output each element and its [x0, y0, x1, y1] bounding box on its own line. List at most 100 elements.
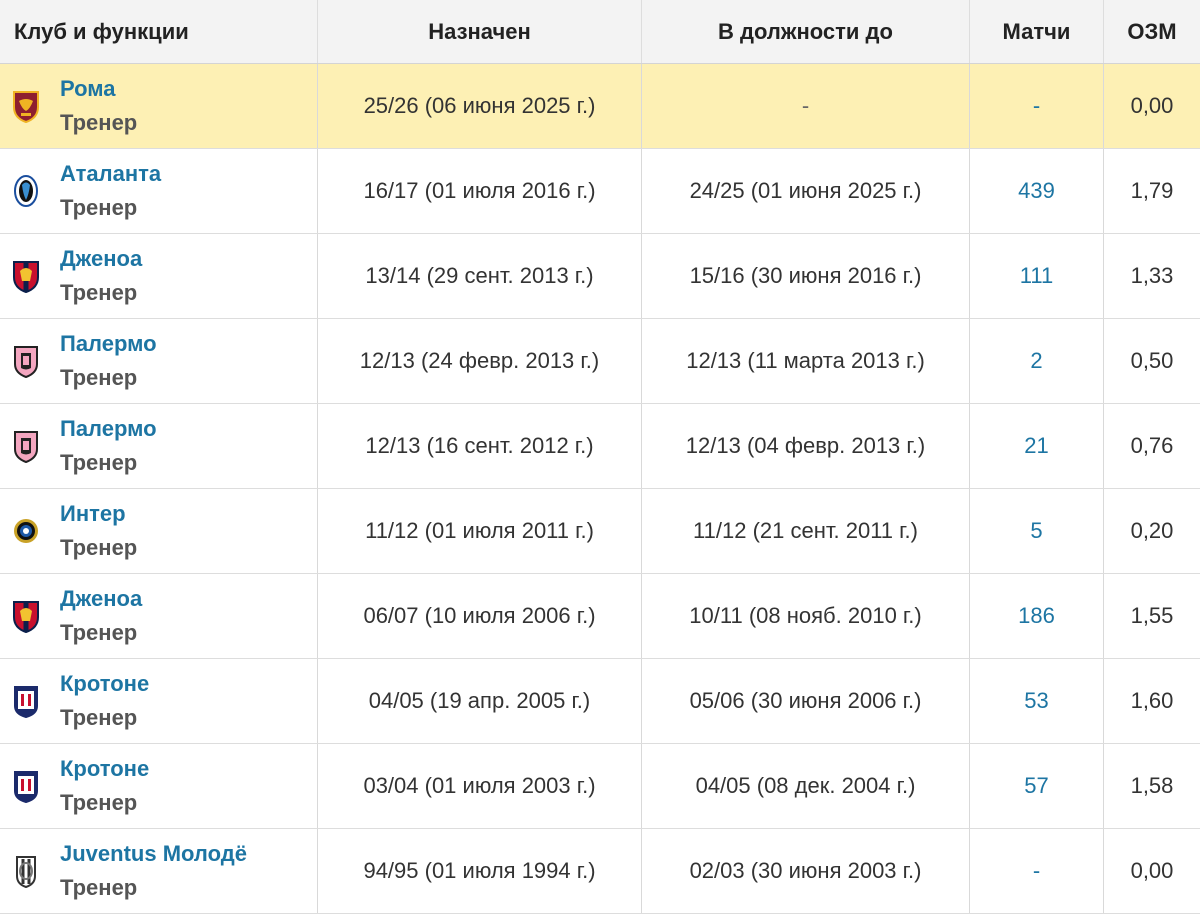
- table-row: Кротоне Тренер 04/05 (19 апр. 2005 г.) 05/0…: [0, 659, 1200, 744]
- club-role: Тренер: [60, 110, 138, 135]
- club-name-link[interactable]: Аталанта: [60, 157, 161, 191]
- club-info: Дженоа Тренер: [60, 242, 142, 310]
- column-header-until[interactable]: В должности до: [642, 0, 970, 63]
- club-info: Палермо Тренер: [60, 327, 157, 395]
- column-header-ppm[interactable]: ОЗМ: [1104, 0, 1200, 63]
- club-role: Тренер: [60, 280, 138, 305]
- matches-link[interactable]: -: [970, 829, 1104, 913]
- club-cell: Рома Тренер: [0, 64, 318, 148]
- until-date: 04/05 (08 дек. 2004 г.): [642, 744, 970, 828]
- club-cell: Juventus Молодё Тренер: [0, 829, 318, 913]
- table-row: Дженоа Тренер 06/07 (10 июля 2006 г.) 10/11…: [0, 574, 1200, 659]
- matches-link[interactable]: 111: [970, 234, 1104, 318]
- matches-link[interactable]: 2: [970, 319, 1104, 403]
- appointed-date: 06/07 (10 июля 2006 г.): [318, 574, 642, 658]
- club-role: Тренер: [60, 705, 138, 730]
- table-header: Клуб и функции Назначен В должности до М…: [0, 0, 1200, 64]
- club-info: Кротоне Тренер: [60, 752, 149, 820]
- club-info: Кротоне Тренер: [60, 667, 149, 735]
- matches-link[interactable]: 53: [970, 659, 1104, 743]
- club-cell: Дженоа Тренер: [0, 234, 318, 318]
- club-role: Тренер: [60, 535, 138, 560]
- ppm-value: 1,33: [1130, 263, 1174, 288]
- column-header-matches[interactable]: Матчи: [970, 0, 1104, 63]
- table-row: Кротоне Тренер 03/04 (01 июля 2003 г.) 04/0…: [0, 744, 1200, 829]
- ppm-value: 0,00: [1130, 858, 1174, 883]
- inter-crest-icon[interactable]: [10, 511, 42, 551]
- club-role: Тренер: [60, 620, 138, 645]
- table-row: Рома Тренер 25/26 (06 июня 2025 г.) - -0,00: [0, 64, 1200, 149]
- table-row: Аталанта Тренер 16/17 (01 июля 2016 г.) 24/…: [0, 149, 1200, 234]
- atalanta-crest-icon[interactable]: [10, 171, 42, 211]
- palermo-crest-icon[interactable]: [10, 426, 42, 466]
- matches-link[interactable]: 5: [970, 489, 1104, 573]
- club-name-link[interactable]: Рома: [60, 72, 137, 106]
- appointed-date: 25/26 (06 июня 2025 г.): [318, 64, 642, 148]
- ppm-value: 0,50: [1130, 348, 1174, 373]
- club-name-link[interactable]: Кротоне: [60, 667, 149, 701]
- genoa-crest-icon[interactable]: [10, 596, 42, 636]
- club-cell: Интер Тренер: [0, 489, 318, 573]
- until-date: 10/11 (08 нояб. 2010 г.): [642, 574, 970, 658]
- table-row: Палермо Тренер 12/13 (24 февр. 2013 г.) 12/…: [0, 319, 1200, 404]
- club-role: Тренер: [60, 450, 138, 475]
- until-date: 05/06 (30 июня 2006 г.): [642, 659, 970, 743]
- crotone-crest-icon[interactable]: [10, 681, 42, 721]
- until-date: 12/13 (04 февр. 2013 г.): [642, 404, 970, 488]
- until-date: 12/13 (11 марта 2013 г.): [642, 319, 970, 403]
- matches-link[interactable]: -: [970, 64, 1104, 148]
- matches-link[interactable]: 57: [970, 744, 1104, 828]
- club-cell: Аталанта Тренер: [0, 149, 318, 233]
- table-row: Дженоа Тренер 13/14 (29 сент. 2013 г.) 15/1…: [0, 234, 1200, 319]
- club-name-link[interactable]: Кротоне: [60, 752, 149, 786]
- appointed-date: 04/05 (19 апр. 2005 г.): [318, 659, 642, 743]
- club-role: Тренер: [60, 195, 138, 220]
- column-header-appointed[interactable]: Назначен: [318, 0, 642, 63]
- club-info: Рома Тренер: [60, 72, 137, 140]
- club-name-link[interactable]: Juventus Молодё: [60, 837, 247, 871]
- club-cell: Кротоне Тренер: [0, 659, 318, 743]
- coaching-history-table: Клуб и функции Назначен В должности до М…: [0, 0, 1200, 914]
- club-role: Тренер: [60, 875, 138, 900]
- club-info: Juventus Молодё Тренер: [60, 837, 247, 905]
- crotone-crest-icon[interactable]: [10, 766, 42, 806]
- genoa-crest-icon[interactable]: [10, 256, 42, 296]
- ppm-value: 1,60: [1130, 688, 1174, 713]
- club-name-link[interactable]: Дженоа: [60, 242, 142, 276]
- until-date: 02/03 (30 июня 2003 г.): [642, 829, 970, 913]
- club-info: Дженоа Тренер: [60, 582, 142, 650]
- table-body: Рома Тренер 25/26 (06 июня 2025 г.) - -0,00 А…: [0, 64, 1200, 914]
- club-name-link[interactable]: Палермо: [60, 412, 157, 446]
- club-cell: Палермо Тренер: [0, 404, 318, 488]
- club-cell: Кротоне Тренер: [0, 744, 318, 828]
- matches-link[interactable]: 439: [970, 149, 1104, 233]
- column-header-club[interactable]: Клуб и функции: [0, 0, 318, 63]
- club-cell: Палермо Тренер: [0, 319, 318, 403]
- until-date: -: [642, 64, 970, 148]
- club-name-link[interactable]: Дженоа: [60, 582, 142, 616]
- matches-link[interactable]: 21: [970, 404, 1104, 488]
- appointed-date: 12/13 (16 сент. 2012 г.): [318, 404, 642, 488]
- club-cell: Дженоа Тренер: [0, 574, 318, 658]
- appointed-date: 13/14 (29 сент. 2013 г.): [318, 234, 642, 318]
- juventus-crest-icon[interactable]: [10, 851, 42, 891]
- ppm-value: 1,55: [1130, 603, 1174, 628]
- ppm-value: 1,58: [1130, 773, 1174, 798]
- ppm-value: 1,79: [1130, 178, 1174, 203]
- table-row: Палермо Тренер 12/13 (16 сент. 2012 г.) 12/…: [0, 404, 1200, 489]
- matches-link[interactable]: 186: [970, 574, 1104, 658]
- appointed-date: 16/17 (01 июля 2016 г.): [318, 149, 642, 233]
- club-name-link[interactable]: Интер: [60, 497, 137, 531]
- appointed-date: 03/04 (01 июля 2003 г.): [318, 744, 642, 828]
- club-name-link[interactable]: Палермо: [60, 327, 157, 361]
- appointed-date: 12/13 (24 февр. 2013 г.): [318, 319, 642, 403]
- club-info: Интер Тренер: [60, 497, 137, 565]
- until-date: 24/25 (01 июня 2025 г.): [642, 149, 970, 233]
- palermo-crest-icon[interactable]: [10, 341, 42, 381]
- appointed-date: 94/95 (01 июля 1994 г.): [318, 829, 642, 913]
- ppm-value: 0,20: [1130, 518, 1174, 543]
- club-info: Аталанта Тренер: [60, 157, 161, 225]
- table-row: Juventus Молодё Тренер 94/95 (01 июля 1994…: [0, 829, 1200, 914]
- roma-crest-icon[interactable]: [10, 86, 42, 126]
- club-role: Тренер: [60, 365, 138, 390]
